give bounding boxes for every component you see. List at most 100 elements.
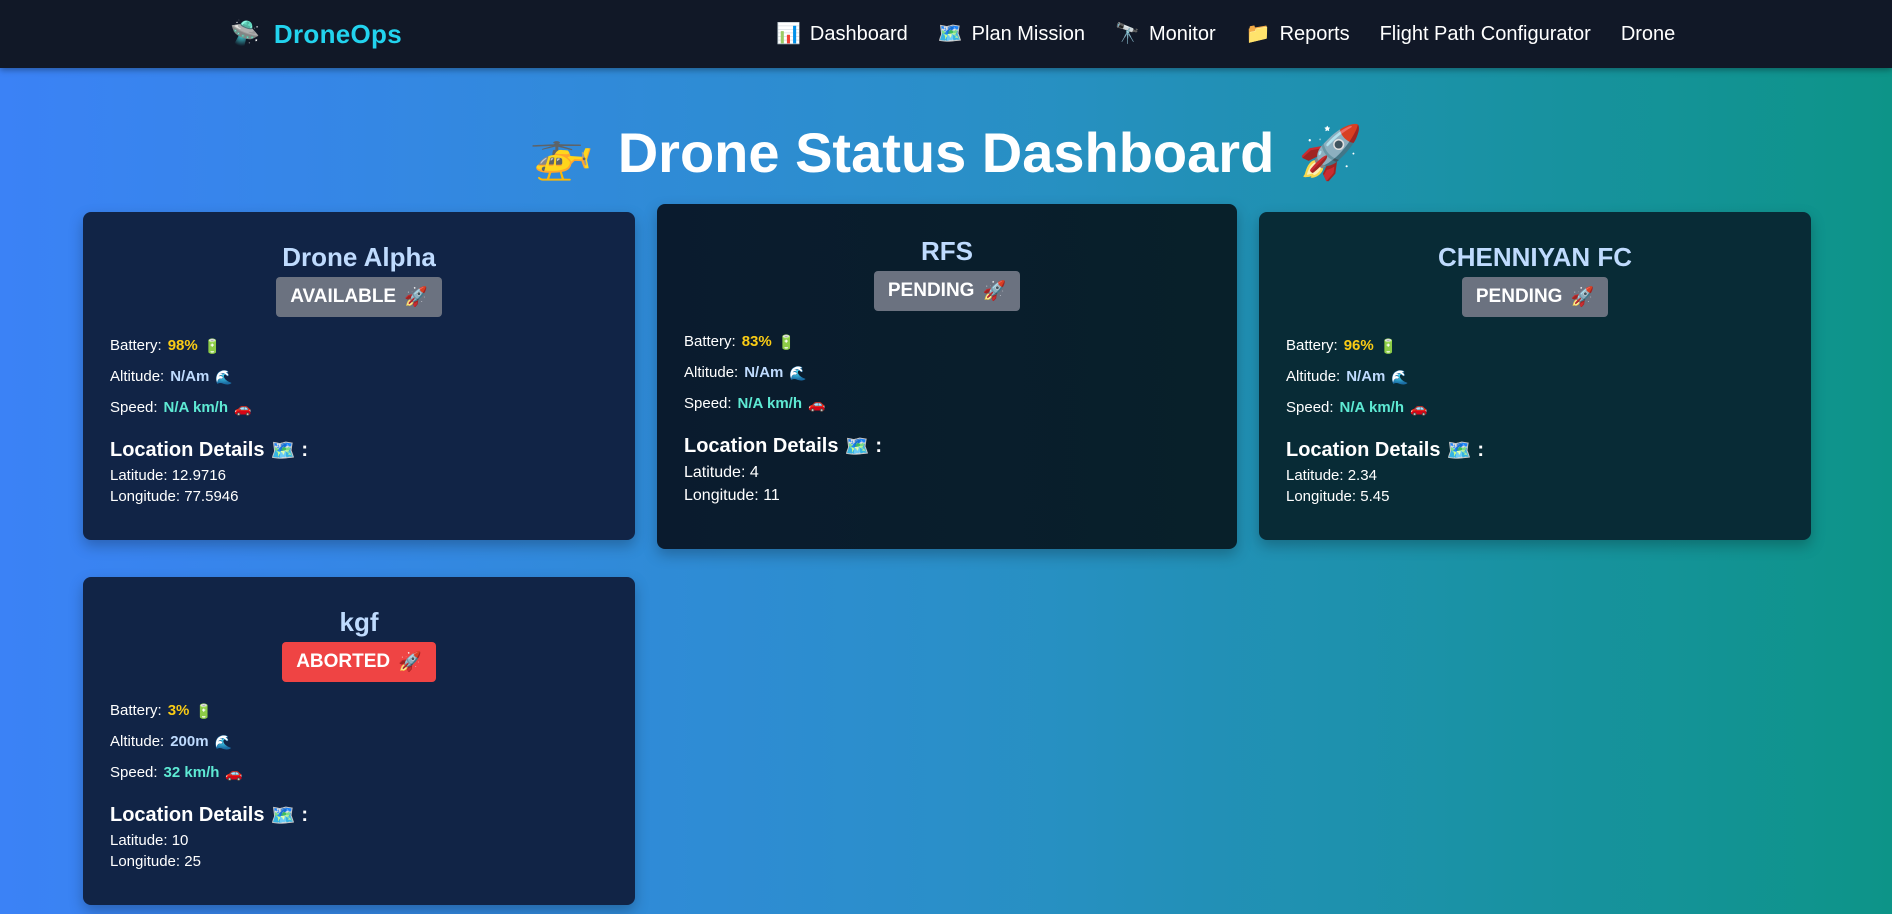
drone-card[interactable]: CHENNIYAN FC PENDING 🚀 Battery: 96% 🔋 Al… bbox=[1259, 212, 1811, 540]
latitude-value: 2.34 bbox=[1347, 467, 1377, 484]
nav-link-drone[interactable]: Drone bbox=[1621, 23, 1675, 46]
nav-link-label: Drone bbox=[1620, 22, 1676, 45]
battery-icon: 🔋 bbox=[777, 333, 796, 350]
map-icon: 🗺️ bbox=[270, 805, 296, 827]
rocket-icon: 🚀 bbox=[398, 652, 422, 673]
map-icon: 🗺️ bbox=[1446, 440, 1472, 462]
status-label: AVAILABLE bbox=[290, 286, 397, 307]
nav-link-label: Plan Mission bbox=[971, 22, 1086, 45]
speed-label: Speed: bbox=[110, 399, 158, 416]
speed-label: Speed: bbox=[684, 395, 732, 412]
telescope-icon: 🔭 bbox=[1115, 23, 1140, 45]
location-details-label: Location Details bbox=[110, 804, 265, 826]
latitude-value: 12.9716 bbox=[171, 467, 226, 484]
status-badge: PENDING 🚀 bbox=[873, 271, 1021, 311]
battery-icon: 🔋 bbox=[203, 337, 222, 354]
location-details-heading: Location Details 🗺️: bbox=[684, 435, 883, 458]
location-details-label: Location Details bbox=[684, 435, 839, 457]
drone-card[interactable]: RFS PENDING 🚀 Battery: 83% 🔋 Altitude: N… bbox=[657, 204, 1237, 549]
battery-label: Battery: bbox=[1286, 337, 1338, 354]
status-badge: AVAILABLE 🚀 bbox=[276, 277, 442, 317]
battery-value: 98% bbox=[167, 337, 198, 354]
ufo-icon: 🛸 bbox=[230, 20, 260, 47]
car-icon: 🚗 bbox=[808, 395, 826, 412]
altitude-stat: Altitude: N/Am 🌊 bbox=[1286, 368, 1784, 385]
latitude-value: 10 bbox=[171, 832, 189, 849]
latitude-line: Latitude: 12.9716 bbox=[110, 467, 608, 484]
speed-value: N/A km/h bbox=[1339, 399, 1404, 416]
nav-link-flight-path-configurator[interactable]: Flight Path Configurator bbox=[1380, 23, 1591, 46]
speed-value: N/A km/h bbox=[737, 395, 802, 412]
battery-label: Battery: bbox=[684, 333, 736, 350]
nav-link-reports[interactable]: 📁 Reports bbox=[1246, 23, 1350, 46]
speed-stat: Speed: 32 km/h 🚗 bbox=[110, 764, 608, 781]
wave-icon: 🌊 bbox=[215, 368, 233, 385]
nav-link-monitor[interactable]: 🔭 Monitor bbox=[1115, 23, 1216, 46]
longitude-line: Longitude: 5.45 bbox=[1286, 488, 1784, 505]
battery-stat: Battery: 96% 🔋 bbox=[1286, 337, 1784, 354]
brand-logo[interactable]: 🛸 DroneOps bbox=[230, 0, 402, 68]
altitude-stat: Altitude: N/Am 🌊 bbox=[684, 364, 1210, 381]
latitude-line: Latitude: 4 bbox=[684, 464, 1210, 482]
drone-card[interactable]: Drone Alpha AVAILABLE 🚀 Battery: 98% 🔋 A… bbox=[83, 212, 635, 540]
car-icon: 🚗 bbox=[225, 764, 243, 781]
status-badge: PENDING 🚀 bbox=[1461, 277, 1609, 317]
rocket-icon: 🚀 bbox=[1298, 123, 1364, 182]
folder-icon: 📁 bbox=[1245, 23, 1271, 45]
map-icon: 🗺️ bbox=[270, 440, 296, 462]
status-label: PENDING bbox=[887, 280, 975, 301]
altitude-value: 200m bbox=[170, 733, 209, 750]
nav-link-plan-mission[interactable]: 🗺️ Plan Mission bbox=[938, 23, 1085, 46]
speed-value: N/A km/h bbox=[163, 399, 228, 416]
altitude-label: Altitude: bbox=[1286, 368, 1341, 385]
top-navbar: 🛸 DroneOps 📊 Dashboard 🗺️ Plan Mission 🔭… bbox=[0, 0, 1892, 68]
status-label: ABORTED bbox=[296, 651, 391, 672]
drone-card[interactable]: kgf ABORTED 🚀 Battery: 3% 🔋 Altitude: 20… bbox=[83, 577, 635, 905]
drone-name: RFS bbox=[921, 236, 973, 266]
longitude-label: Longitude: bbox=[110, 488, 181, 505]
longitude-label: Longitude: bbox=[1286, 488, 1357, 505]
drone-name: Drone Alpha bbox=[282, 242, 436, 272]
altitude-label: Altitude: bbox=[110, 368, 165, 385]
latitude-label: Latitude: bbox=[684, 464, 746, 481]
brand-name: DroneOps bbox=[273, 18, 402, 49]
longitude-value: 25 bbox=[184, 853, 201, 870]
battery-stat: Battery: 3% 🔋 bbox=[110, 702, 608, 719]
latitude-line: Latitude: 2.34 bbox=[1286, 467, 1784, 484]
altitude-stat: Altitude: N/Am 🌊 bbox=[110, 368, 608, 385]
altitude-label: Altitude: bbox=[110, 733, 165, 750]
battery-value: 83% bbox=[741, 333, 772, 350]
battery-stat: Battery: 83% 🔋 bbox=[684, 333, 1210, 350]
drone-name: CHENNIYAN FC bbox=[1437, 242, 1633, 272]
longitude-value: 77.5946 bbox=[184, 488, 239, 505]
wave-icon: 🌊 bbox=[1391, 368, 1409, 385]
status-label: PENDING bbox=[1475, 286, 1563, 307]
map-icon: 🗺️ bbox=[937, 23, 963, 45]
status-badge: ABORTED 🚀 bbox=[282, 642, 436, 682]
rocket-icon: 🚀 bbox=[1570, 287, 1595, 308]
helicopter-icon: 🚁 bbox=[528, 123, 594, 182]
wave-icon: 🌊 bbox=[789, 364, 807, 381]
longitude-line: Longitude: 11 bbox=[684, 487, 1210, 505]
speed-stat: Speed: N/A km/h 🚗 bbox=[684, 395, 1210, 412]
nav-link-label: Flight Path Configurator bbox=[1379, 22, 1591, 45]
battery-icon: 🔋 bbox=[195, 702, 213, 719]
location-details-label: Location Details bbox=[110, 439, 265, 461]
latitude-line: Latitude: 10 bbox=[110, 832, 608, 849]
bar-chart-icon: 📊 bbox=[776, 23, 801, 45]
battery-stat: Battery: 98% 🔋 bbox=[110, 337, 608, 354]
speed-label: Speed: bbox=[110, 764, 158, 781]
speed-label: Speed: bbox=[1286, 399, 1334, 416]
altitude-label: Altitude: bbox=[684, 364, 739, 381]
battery-value: 96% bbox=[1343, 337, 1374, 354]
nav-link-dashboard[interactable]: 📊 Dashboard bbox=[776, 23, 908, 46]
battery-icon: 🔋 bbox=[1379, 337, 1398, 354]
altitude-value: N/Am bbox=[170, 368, 210, 385]
latitude-label: Latitude: bbox=[110, 467, 168, 484]
location-details-heading: Location Details 🗺️: bbox=[1286, 439, 1485, 462]
altitude-stat: Altitude: 200m 🌊 bbox=[110, 733, 608, 750]
location-details-heading: Location Details 🗺️: bbox=[110, 804, 309, 827]
car-icon: 🚗 bbox=[234, 399, 252, 416]
latitude-label: Latitude: bbox=[110, 832, 168, 849]
battery-label: Battery: bbox=[110, 702, 162, 719]
